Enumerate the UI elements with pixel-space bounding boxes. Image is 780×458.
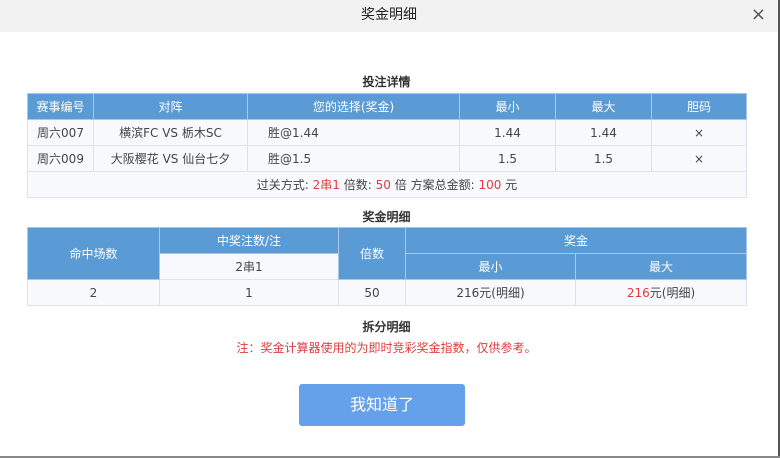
max-odds: 1.5 — [555, 145, 652, 172]
header-min: 最小 — [459, 93, 556, 120]
min-odds: 1.44 — [459, 119, 556, 146]
header-multiple: 倍数 — [338, 227, 406, 280]
total-label: 方案总金额: — [410, 178, 475, 192]
total-unit: 元 — [505, 178, 518, 192]
summary-row: 过关方式: 2串1 倍数: 50 倍 方案总金额: 100 元 — [27, 171, 747, 198]
confirm-button[interactable]: 我知道了 — [299, 384, 465, 426]
table-row: 周六009 大阪樱花 VS 仙台七夕 胜@1.5 1.5 1.5 × — [27, 145, 747, 172]
banker: × — [651, 119, 747, 146]
table-row: 2 1 50 216元(明细) 216元(明细) — [27, 279, 748, 306]
max-odds: 1.44 — [555, 119, 652, 146]
prize-details-title: 奖金明细 — [362, 210, 411, 224]
header-match: 对阵 — [93, 93, 248, 120]
split-details-title: 拆分明细 — [362, 320, 411, 334]
prize-max-link[interactable]: 216元(明细) — [574, 279, 748, 306]
header-hits: 命中场数 — [27, 227, 160, 280]
bet-details-title: 投注详情 — [362, 75, 411, 89]
match-id: 周六007 — [27, 119, 94, 146]
disclaimer-note: 注：奖金计算器使用的为即时竞彩奖金指数，仅供参考。 — [236, 341, 537, 355]
prize-max-value: 216 — [626, 286, 650, 300]
winning-bets: 1 — [159, 279, 339, 306]
prize-max-suffix: 元(明细) — [649, 286, 696, 300]
pass-type: 2串1 — [159, 253, 339, 280]
multiple-label: 倍数: — [343, 178, 372, 192]
header-winning-bets: 中奖注数/注 — [159, 227, 339, 254]
header-banker: 胆码 — [651, 93, 747, 120]
match: 大阪樱花 VS 仙台七夕 — [93, 145, 248, 172]
prize-details-table: 命中场数 中奖注数/注 倍数 奖金 2串1 最小 最大 2 1 50 216元(… — [27, 227, 748, 306]
header-prize-max: 最大 — [574, 253, 748, 280]
prize-min-link[interactable]: 216元(明细) — [405, 279, 576, 306]
selection: 胜@1.44 — [247, 119, 460, 146]
mode-label: 过关方式: — [256, 178, 309, 192]
multiple: 50 — [338, 279, 406, 306]
mode-value: 2串1 — [312, 178, 340, 192]
match-id: 周六009 — [27, 145, 94, 172]
multiple-value: 50 — [375, 178, 391, 192]
min-odds: 1.5 — [459, 145, 556, 172]
close-icon[interactable]: × — [751, 0, 766, 30]
header-max: 最大 — [555, 93, 652, 120]
banker: × — [651, 145, 747, 172]
header-prize: 奖金 — [404, 227, 748, 254]
dialog-title: 奖金明细 — [361, 7, 417, 23]
header-prize-min: 最小 — [405, 253, 576, 280]
table-header-row: 赛事编号 对阵 您的选择(奖金) 最小 最大 胆码 — [27, 93, 747, 120]
selection: 胜@1.5 — [247, 145, 460, 172]
hits: 2 — [27, 279, 160, 306]
multiple-unit: 倍 — [394, 178, 407, 192]
bet-details-table: 赛事编号 对阵 您的选择(奖金) 最小 最大 胆码 周六007 横滨FC VS … — [27, 93, 747, 198]
total-value: 100 — [478, 178, 502, 192]
table-row: 周六007 横滨FC VS 栃木SC 胜@1.44 1.44 1.44 × — [27, 119, 747, 146]
dialog-titlebar: 奖金明细 × — [0, 0, 778, 32]
header-match-id: 赛事编号 — [27, 93, 94, 120]
match: 横滨FC VS 栃木SC — [93, 119, 248, 146]
header-selection: 您的选择(奖金) — [247, 93, 460, 120]
